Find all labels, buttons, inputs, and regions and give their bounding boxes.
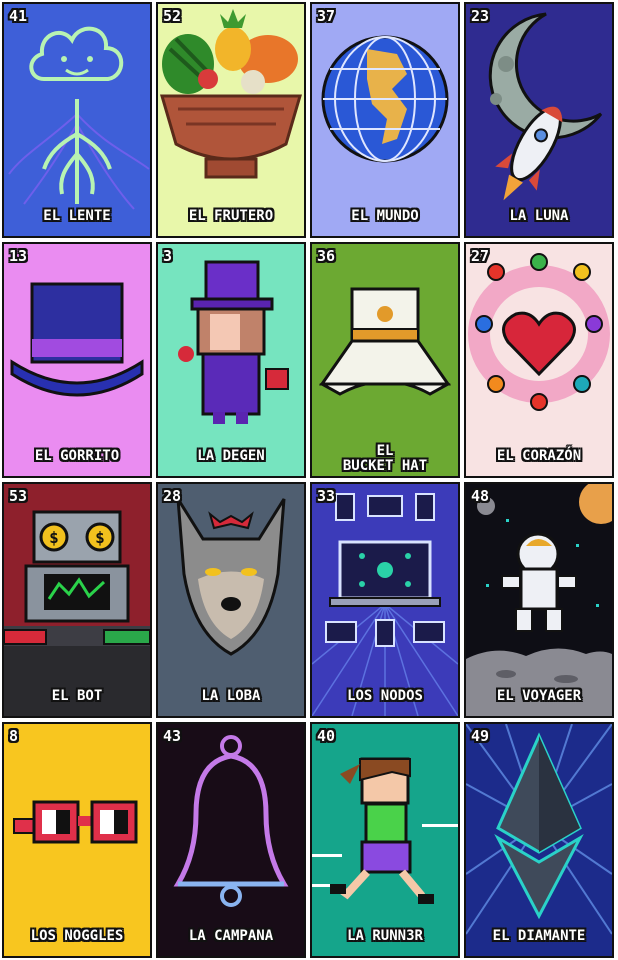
card-number: 27 [471, 247, 490, 265]
card-name: EL BOT [51, 688, 103, 704]
card-la-campana[interactable]: 43 LA CAMPANA [156, 722, 306, 958]
card-la-luna[interactable]: 23 LA LUNA [464, 2, 614, 238]
loteria-board: 41 EL LENTE 52 EL FRUTERO 37 EL MUNDO 23… [0, 0, 618, 960]
card-el-gorrito[interactable]: 13 EL GORRITO [2, 242, 152, 478]
card-name: LA RUNN3R [347, 928, 423, 944]
card-el-bucket-hat[interactable]: 36 EL BUCKET HAT [310, 242, 460, 478]
degen-character-icon [158, 244, 304, 476]
card-number: 23 [471, 7, 490, 25]
card-number: 52 [163, 7, 182, 25]
astronaut-icon [466, 484, 612, 716]
card-name: EL LENTE [43, 208, 111, 224]
ethereum-diamond-icon [466, 724, 612, 956]
card-name: LA CAMPANA [188, 928, 274, 944]
card-el-corazon[interactable]: 27 EL CORAZÓN [464, 242, 614, 478]
card-name: LA DEGEN [197, 448, 265, 464]
globe-icon [312, 4, 458, 236]
card-name: EL MUNDO [351, 208, 419, 224]
svg-text:$: $ [49, 528, 59, 547]
card-la-loba[interactable]: 28 LA LOBA [156, 482, 306, 718]
card-el-bot[interactable]: $ $ 53 EL BOT [2, 482, 152, 718]
runner-girl-icon [312, 724, 458, 956]
bell-icon [158, 724, 304, 956]
card-el-frutero[interactable]: 52 EL FRUTERO [156, 2, 306, 238]
card-name: EL CORAZÓN [496, 448, 582, 464]
card-number: 36 [317, 247, 336, 265]
card-los-nodos[interactable]: 33 LOS NODOS [310, 482, 460, 718]
wolf-icon [158, 484, 304, 716]
card-name: EL VOYAGER [496, 688, 582, 704]
card-number: 28 [163, 487, 182, 505]
card-number: 37 [317, 7, 336, 25]
card-el-diamante[interactable]: 49 EL DIAMANTE [464, 722, 614, 958]
card-los-noggles[interactable]: 8 LOS NOGGLES [2, 722, 152, 958]
noggles-glasses-icon [4, 724, 150, 956]
cloud-tree-icon [4, 4, 150, 236]
card-number: 53 [9, 487, 28, 505]
card-name: LA LUNA [509, 208, 569, 224]
card-number: 40 [317, 727, 336, 745]
card-number: 41 [9, 7, 28, 25]
card-el-lente[interactable]: 41 EL LENTE [2, 2, 152, 238]
bucket-hat-icon [312, 244, 458, 476]
card-number: 49 [471, 727, 490, 745]
card-name: EL GORRITO [34, 448, 120, 464]
fruit-bowl-icon [158, 4, 304, 236]
network-nodes-icon [312, 484, 458, 716]
card-el-mundo[interactable]: 37 EL MUNDO [310, 2, 460, 238]
card-number: 8 [9, 727, 19, 745]
card-number: 13 [9, 247, 28, 265]
card-name: EL DIAMANTE [492, 928, 586, 944]
card-name: EL FRUTERO [188, 208, 274, 224]
card-number: 43 [163, 727, 182, 745]
top-hat-icon [4, 244, 150, 476]
card-name: LA LOBA [201, 688, 261, 704]
card-name: EL BUCKET HAT [342, 443, 428, 474]
card-name: LOS NODOS [347, 688, 423, 704]
card-name: LOS NOGGLES [30, 928, 124, 944]
card-la-degen[interactable]: 3 LA DEGEN [156, 242, 306, 478]
card-number: 33 [317, 487, 336, 505]
card-el-voyager[interactable]: 48 EL VOYAGER [464, 482, 614, 718]
card-number: 48 [471, 487, 490, 505]
card-number: 3 [163, 247, 173, 265]
heart-people-icon [466, 244, 612, 476]
card-la-runn3r[interactable]: 40 LA RUNN3R [310, 722, 460, 958]
trading-bot-icon: $ $ [4, 484, 150, 716]
moon-rocket-icon [466, 4, 612, 236]
svg-text:$: $ [95, 528, 105, 547]
